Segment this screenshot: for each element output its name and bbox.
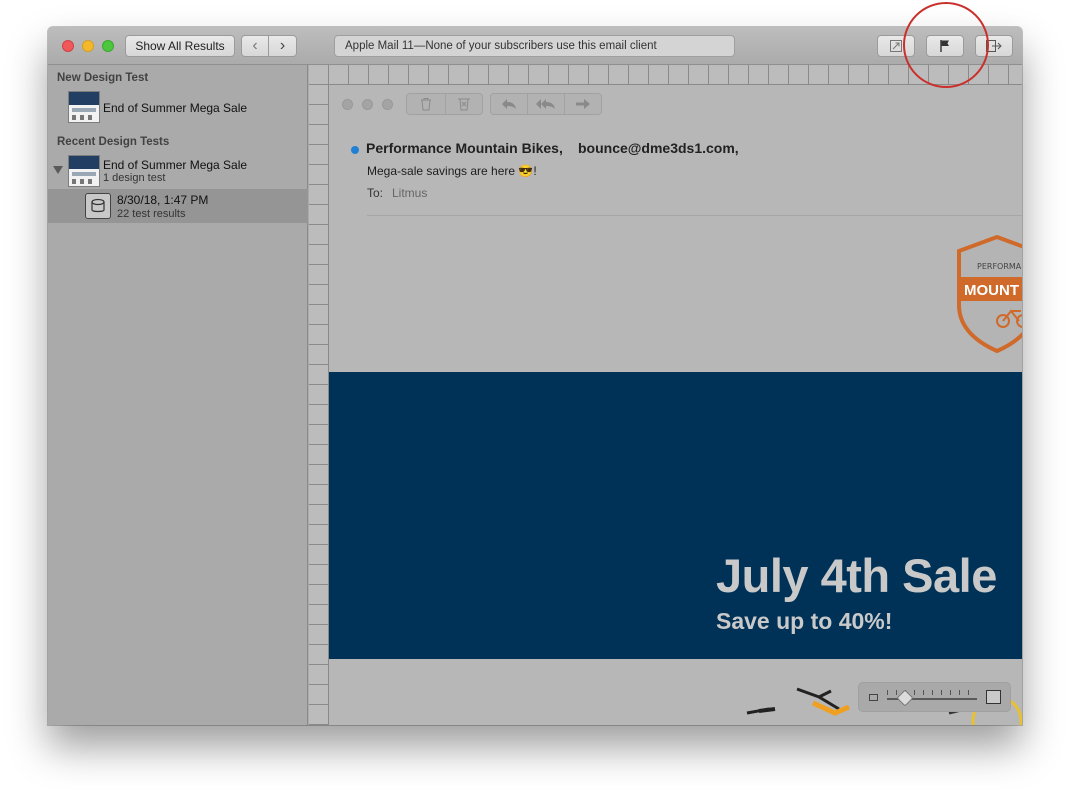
new-design-test-item[interactable]: End of Summer Mega Sale [103,101,247,115]
mail-zoom-dot [382,99,393,110]
mail-toolbar [329,85,1022,123]
vertical-ruler [309,85,329,725]
forward-mail-button[interactable] [564,93,602,115]
new-design-test-heading: New Design Test [57,72,149,84]
result-count: 22 test results [117,208,186,220]
junk-icon [458,98,470,111]
zoom-out-icon[interactable] [869,694,878,701]
result-date: 8/30/18, 1:47 PM [117,193,209,207]
litmus-window: Show All Results ‹ › Apple Mail 11—None … [48,27,1022,725]
to-label: To: [367,186,384,200]
thumbnail-text [72,108,96,112]
mail-minimize-dot [362,99,373,110]
badge-main-text: MOUNT [964,282,1019,299]
export-button[interactable] [975,35,1013,57]
chevron-left-icon: ‹ [252,37,258,54]
selected-test-result[interactable]: 8/30/18, 1:47 PM 22 test results [48,189,308,223]
client-title-field: Apple Mail 11—None of your subscribers u… [334,35,735,57]
show-all-results-button[interactable]: Show All Results [125,35,235,57]
brand-logo-badge: PERFORMANCE MOUNT [957,235,1022,353]
horizontal-ruler [309,65,1022,85]
email-thumbnail[interactable] [68,91,100,123]
export-icon [986,40,1002,52]
badge-top-text: PERFORMANCE [977,262,1022,271]
banner-title: July 4th Sale [716,549,997,602]
recipient: Litmus [392,186,428,200]
thumbnail-banner [69,92,99,105]
sender-name: Performance Mountain Bikes, [366,140,563,156]
expand-icon [890,40,902,52]
zoom-window-button[interactable] [102,40,114,52]
mail-close-dot [342,99,353,110]
disclosure-triangle-icon[interactable] [53,166,63,174]
thumbnail-products [72,115,96,120]
reply-all-icon [536,99,555,109]
zoom-control [858,682,1011,712]
recent-design-tests-heading: Recent Design Tests [57,136,170,148]
design-test-count: 1 design test [103,172,166,184]
back-button[interactable]: ‹ [241,35,269,57]
unread-dot [351,146,359,154]
reply-button[interactable] [490,93,528,115]
email-preview: Performance Mountain Bikes, bounce@dme3d… [329,85,1022,725]
header-divider [367,215,1022,216]
email-thumbnail[interactable] [68,155,100,187]
promo-banner: July 4th Sale Save up to 40%! [329,372,1022,659]
reply-all-button[interactable] [527,93,565,115]
window-toolbar: Show All Results ‹ › Apple Mail 11—None … [48,27,1022,65]
flag-icon [940,40,949,52]
thumbnail-products [72,179,96,184]
sender-email: bounce@dme3ds1.com, [578,140,739,156]
thumbnail-banner [69,156,99,169]
close-window-button[interactable] [62,40,74,52]
recent-design-test-item[interactable]: End of Summer Mega Sale [103,158,247,172]
forward-arrow-icon [576,99,590,109]
reply-icon [502,99,516,109]
forward-button[interactable]: › [268,35,297,57]
chevron-right-icon: › [279,37,286,54]
minimize-window-button[interactable] [82,40,94,52]
database-icon [85,193,111,219]
flag-button[interactable] [926,35,964,57]
junk-button[interactable] [445,93,483,115]
thumbnail-text [72,172,96,176]
delete-button[interactable] [406,93,446,115]
expand-button[interactable] [877,35,915,57]
sidebar: New Design Test End of Summer Mega Sale … [48,65,308,725]
banner-subtitle: Save up to 40%! [716,608,893,634]
email-subject: Mega-sale savings are here 😎! [367,164,537,178]
trash-icon [421,98,431,111]
zoom-in-icon[interactable] [986,690,1001,704]
